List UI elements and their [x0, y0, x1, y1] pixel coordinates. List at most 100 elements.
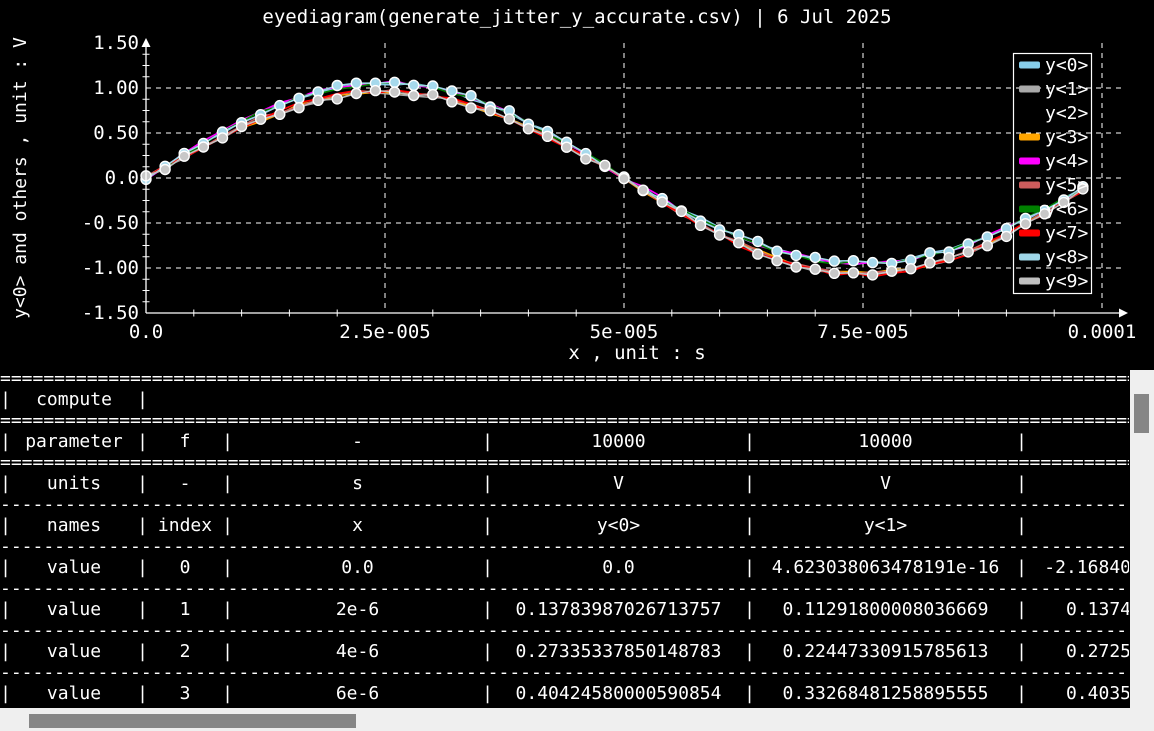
- table-separator: ========================================…: [0, 414, 1129, 428]
- table-cell: [1027, 428, 1129, 456]
- cell-divider: |: [0, 512, 11, 540]
- legend-label: y<9>: [1045, 271, 1089, 292]
- table-cell: names: [11, 512, 137, 540]
- table-cell: V: [493, 470, 744, 498]
- data-point: [581, 154, 591, 164]
- table-cell: 0.0: [233, 554, 482, 582]
- y-tick-label: -1.00: [82, 257, 139, 279]
- cell-divider: |: [744, 680, 755, 708]
- data-point: [160, 165, 170, 175]
- cell-divider: |: [137, 554, 148, 582]
- data-point: [294, 93, 304, 103]
- table-cell: 0.2725: [1027, 638, 1129, 666]
- series-y<5>: [146, 90, 1083, 275]
- data-point: [409, 91, 419, 101]
- cell-divider: |: [222, 470, 233, 498]
- table-cell: 0.22447330915785613: [755, 638, 1016, 666]
- cell-divider: |: [482, 512, 493, 540]
- horizontal-scrollbar-thumb[interactable]: [29, 714, 356, 728]
- data-point: [715, 230, 725, 240]
- y-tick-label: 1.50: [93, 32, 139, 54]
- cell-divider: |: [222, 680, 233, 708]
- x-tick-label: 0.0001: [1068, 321, 1137, 343]
- data-point: [791, 250, 801, 260]
- table-cell: 10000: [493, 428, 744, 456]
- legend-label: y<1>: [1045, 79, 1089, 100]
- table-cell: 10000: [755, 428, 1016, 456]
- vertical-scrollbar-thumb[interactable]: [1134, 394, 1149, 433]
- data-point: [982, 241, 992, 251]
- data-point: [868, 270, 878, 280]
- horizontal-scrollbar[interactable]: [0, 708, 1154, 731]
- table-separator: ----------------------------------------…: [0, 666, 1129, 680]
- data-point: [198, 142, 208, 152]
- data-point: [237, 122, 247, 132]
- cell-divider: |: [137, 596, 148, 624]
- data-point: [523, 124, 533, 134]
- table-cell: value: [11, 596, 137, 624]
- cell-divider: |: [0, 638, 11, 666]
- eye-diagram-chart: 0.02.5e-0055e-0057.5e-0050.00011.501.000…: [0, 0, 1154, 372]
- table-cell: compute: [11, 386, 137, 414]
- data-point: [734, 238, 744, 248]
- cell-divider: |: [137, 428, 148, 456]
- table-cell: value: [11, 554, 137, 582]
- series-y<9>: [146, 91, 1083, 275]
- data-point: [829, 268, 839, 278]
- table-cell: [1027, 470, 1129, 498]
- legend-label: y<5>: [1045, 175, 1089, 196]
- series-y<3>: [146, 92, 1083, 273]
- data-point: [409, 80, 419, 90]
- data-point: [351, 78, 361, 88]
- legend-swatch: [1019, 254, 1040, 261]
- y-axis-label: y<0> and others , unit : V: [10, 37, 31, 319]
- table-cell: 0.33268481258895555: [755, 680, 1016, 708]
- cell-divider: |: [744, 512, 755, 540]
- data-point: [447, 86, 457, 96]
- legend-label: y<2>: [1045, 103, 1089, 124]
- legend-swatch: [1019, 158, 1040, 165]
- cell-divider: |: [1016, 512, 1027, 540]
- data-point: [696, 220, 706, 230]
- data-point: [256, 114, 266, 124]
- table-separator: ----------------------------------------…: [0, 624, 1129, 638]
- table-cell: [1027, 512, 1129, 540]
- data-point: [944, 253, 954, 263]
- x-axis-arrow: [1119, 309, 1128, 318]
- legend-swatch: [1019, 62, 1040, 69]
- table-cell: s: [233, 470, 482, 498]
- data-point: [1021, 219, 1031, 229]
- table-separator: ----------------------------------------…: [0, 498, 1129, 512]
- table-cell: 2e-6: [233, 596, 482, 624]
- cell-divider: |: [0, 680, 11, 708]
- table-cell: 0.4035: [1027, 680, 1129, 708]
- x-tick-label: 5e-005: [590, 321, 659, 343]
- table-separator: ========================================…: [0, 372, 1129, 386]
- data-point: [925, 258, 935, 268]
- table-cell: 0.40424580000590854: [493, 680, 744, 708]
- x-axis-label: x , unit : s: [568, 342, 705, 364]
- data-point: [600, 160, 610, 170]
- data-point: [925, 248, 935, 258]
- vertical-scrollbar[interactable]: [1130, 370, 1154, 708]
- legend-swatch: [1019, 206, 1040, 213]
- table-cell: V: [755, 470, 1016, 498]
- data-point: [906, 264, 916, 274]
- table-separator: ----------------------------------------…: [0, 582, 1129, 596]
- legend-swatch: [1019, 134, 1040, 141]
- table-cell: 0.0: [493, 554, 744, 582]
- table-cell: 4e-6: [233, 638, 482, 666]
- series-y<7>: [146, 90, 1083, 277]
- y-tick-label: -0.50: [82, 212, 139, 234]
- legend-label: y<7>: [1045, 223, 1089, 244]
- data-point: [179, 151, 189, 161]
- data-point: [753, 236, 763, 246]
- cell-divider: |: [1016, 554, 1027, 582]
- table-row: |value|2|4e-6|0.27335337850148783|0.2244…: [0, 638, 1129, 666]
- y-tick-label: 0.50: [93, 122, 139, 144]
- cell-divider: |: [0, 554, 11, 582]
- cell-divider: |: [744, 470, 755, 498]
- cell-divider: |: [1016, 596, 1027, 624]
- data-point: [963, 247, 973, 257]
- data-table: ========================================…: [0, 372, 1129, 708]
